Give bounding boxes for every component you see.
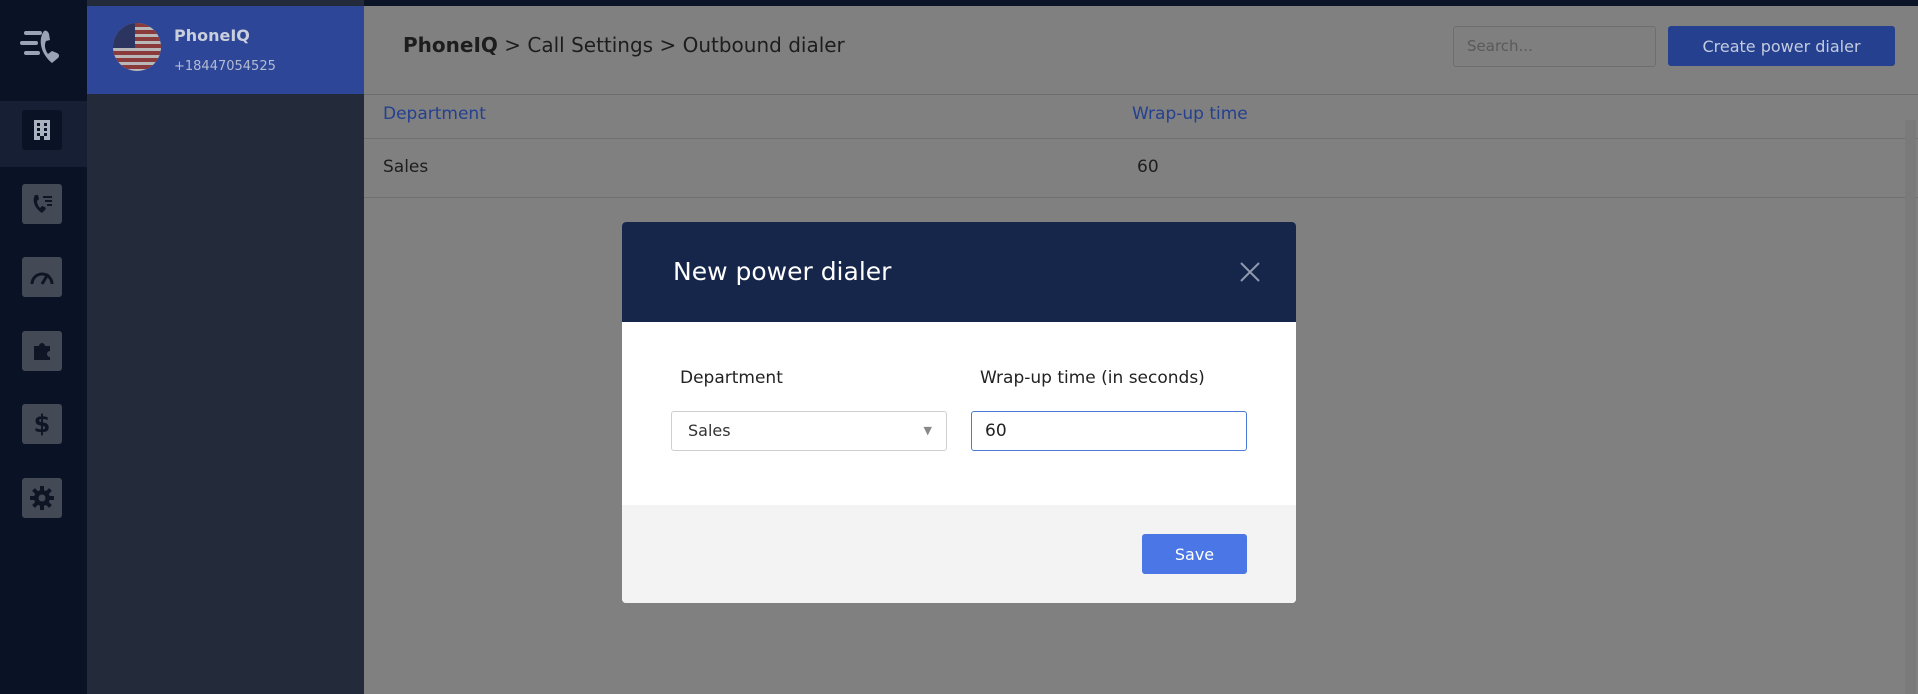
breadcrumb-separator: > (653, 33, 683, 57)
breadcrumb-root[interactable]: PhoneIQ (403, 33, 498, 57)
speedometer-icon[interactable] (22, 257, 62, 297)
breadcrumb-call-settings[interactable]: Call Settings (527, 33, 653, 57)
phone-logo-icon[interactable] (18, 25, 66, 69)
phone-list-icon[interactable] (22, 184, 62, 224)
chevron-down-icon: ▼ (923, 424, 932, 437)
breadcrumb-current: Outbound dialer (682, 33, 845, 57)
table-cell-wrapup-time: 60 (1137, 157, 1159, 177)
breadcrumb: PhoneIQ > Call Settings > Outbound diale… (403, 33, 845, 57)
wrapup-time-label: Wrap-up time (in seconds) (980, 368, 1205, 388)
column-header-wrapup-time[interactable]: Wrap-up time (1132, 104, 1248, 124)
table-divider (364, 197, 1918, 198)
search-input[interactable]: Search... (1453, 26, 1656, 67)
account-phone-number: +18447054525 (174, 59, 276, 74)
account-name: PhoneIQ (174, 26, 250, 45)
modal-title: New power dialer (673, 257, 892, 286)
scrollbar[interactable] (1905, 120, 1916, 694)
save-button[interactable]: Save (1142, 534, 1247, 574)
create-power-dialer-button[interactable]: Create power dialer (1668, 26, 1895, 66)
modal-header: New power dialer (622, 222, 1296, 322)
account-panel (87, 0, 364, 694)
new-power-dialer-modal: New power dialer Department Wrap-up time… (622, 222, 1296, 603)
department-select-value: Sales (688, 421, 731, 440)
table-divider (364, 138, 1918, 139)
department-select[interactable]: Sales ▼ (671, 411, 947, 451)
table-cell-department: Sales (383, 157, 429, 177)
us-flag-avatar (113, 23, 161, 71)
company-building-icon[interactable] (22, 110, 62, 150)
close-icon[interactable] (1237, 259, 1263, 285)
wrapup-time-input[interactable] (971, 411, 1247, 451)
column-header-department[interactable]: Department (383, 104, 486, 124)
department-label: Department (680, 368, 783, 388)
puzzle-icon[interactable] (22, 331, 62, 371)
gear-icon[interactable] (22, 478, 62, 518)
breadcrumb-separator: > (497, 33, 528, 57)
dollar-icon[interactable]: $ (22, 404, 62, 444)
